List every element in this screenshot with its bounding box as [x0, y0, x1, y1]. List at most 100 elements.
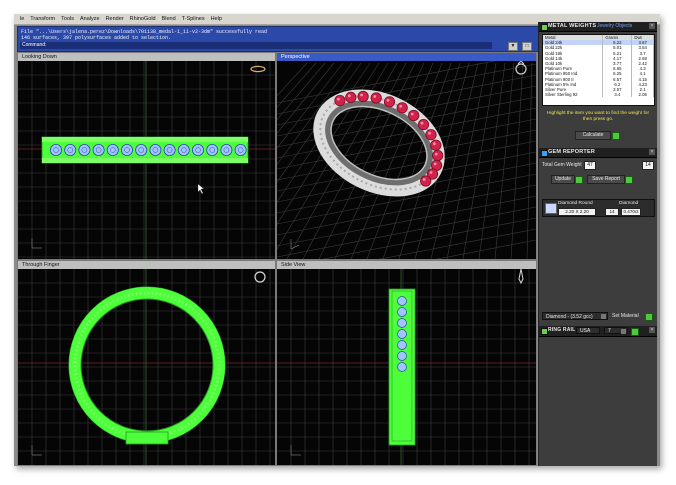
- gem-list-row[interactable]: Diamond Round Diamond 2.20 X 2.20 14 0.4…: [543, 200, 654, 216]
- table-row[interactable]: Silver Sterling 92 3.4 2.05: [543, 92, 654, 98]
- menu-item-transform[interactable]: Transform: [30, 16, 55, 22]
- set-material-label[interactable]: Set Material: [612, 313, 639, 319]
- menu-item-tools[interactable]: Tools: [61, 16, 74, 22]
- gem-stone[interactable]: [135, 144, 148, 157]
- gem-highlight: [399, 104, 403, 108]
- menu-item-help[interactable]: Help: [211, 16, 222, 22]
- update-go-icon[interactable]: [575, 176, 583, 184]
- viewport-title[interactable]: Through Finger: [18, 261, 275, 269]
- viewport-title[interactable]: Side View: [277, 261, 536, 269]
- gem-stone[interactable]: [234, 144, 247, 157]
- gem-stone[interactable]: [397, 307, 407, 317]
- ruby-gem[interactable]: [370, 92, 382, 104]
- ruby-gem[interactable]: [432, 150, 444, 162]
- gem-stone[interactable]: [220, 144, 233, 157]
- gem-highlight: [410, 112, 414, 116]
- gem-highlight: [373, 95, 377, 98]
- save-report-button[interactable]: Save Report: [587, 175, 625, 184]
- gem-stone[interactable]: [121, 144, 134, 157]
- set-material-go-icon[interactable]: [645, 313, 653, 321]
- ruby-gem[interactable]: [420, 175, 432, 187]
- metal-weights-title: METAL WEIGHTS: [548, 23, 597, 29]
- viewport-top[interactable]: Looking Down: [17, 52, 276, 260]
- gem-stone[interactable]: [92, 144, 105, 157]
- viewport-title[interactable]: Perspective: [277, 53, 536, 61]
- gem-highlight: [433, 162, 437, 166]
- total-gem-count-value: 14: [642, 161, 654, 170]
- material-select-value: Diamond - (3.52 gcc): [546, 314, 593, 320]
- gem-stone[interactable]: [397, 296, 407, 306]
- ruby-gem[interactable]: [334, 94, 346, 107]
- ruby-gem[interactable]: [396, 102, 408, 114]
- ruby-gem[interactable]: [345, 91, 357, 104]
- gem-stone[interactable]: [177, 144, 190, 157]
- command-history-dropdown-button[interactable]: ▼: [508, 42, 518, 51]
- side-profile-icon: [518, 268, 524, 285]
- ring-perspective-render[interactable]: [305, 78, 453, 208]
- gem-highlight: [337, 97, 340, 101]
- rhino-window: le Transform Tools Analyze Render RhinoG…: [14, 14, 660, 466]
- ruby-gem[interactable]: [408, 109, 420, 122]
- chevron-down-icon: [601, 314, 606, 319]
- material-select[interactable]: Diamond - (3.52 gcc): [542, 312, 608, 320]
- gem-stone[interactable]: [149, 144, 162, 157]
- ring-top-view[interactable]: [41, 136, 249, 164]
- viewport-perspective[interactable]: Perspective: [276, 52, 537, 260]
- menu-item-le[interactable]: le: [20, 16, 24, 22]
- save-report-go-icon[interactable]: [625, 176, 633, 184]
- ruby-gem[interactable]: [425, 129, 437, 141]
- cursor-icon: [197, 183, 205, 195]
- gem-stone[interactable]: [397, 351, 407, 361]
- gem-stone[interactable]: [78, 144, 91, 157]
- ruby-gem[interactable]: [357, 90, 369, 103]
- ring-front-view[interactable]: [68, 286, 226, 445]
- gem-stone[interactable]: [163, 144, 176, 157]
- menu-item-render[interactable]: Render: [106, 16, 124, 22]
- close-icon[interactable]: ×: [649, 149, 655, 155]
- menu-item-blend[interactable]: Blend: [162, 16, 176, 22]
- viewport-right[interactable]: Side View: [276, 260, 537, 466]
- command-options-button[interactable]: □: [522, 42, 532, 51]
- gem-stone[interactable]: [397, 340, 407, 350]
- ring-size-select[interactable]: 7: [604, 327, 628, 334]
- gem-stone[interactable]: [106, 144, 119, 157]
- gem-stone[interactable]: [191, 144, 204, 157]
- gem-stone[interactable]: [206, 144, 219, 157]
- ring-region-select[interactable]: USA: [576, 327, 600, 334]
- gem-reporter-header[interactable]: GEM REPORTER ×: [539, 148, 657, 158]
- menu-item-analyze[interactable]: Analyze: [80, 16, 100, 22]
- menu-item-tsplines[interactable]: T-Splines: [182, 16, 205, 22]
- ring-gauge-icon: [254, 271, 266, 283]
- menu-item-rhinogold[interactable]: RhinoGold: [130, 16, 156, 22]
- metal-weights-header[interactable]: METAL WEIGHTS Jewelry Objects ×: [539, 22, 657, 32]
- close-icon[interactable]: ×: [649, 23, 655, 29]
- ruby-gem[interactable]: [383, 96, 396, 108]
- gem-name: Diamond Round: [558, 201, 593, 206]
- metal-weights-table: Metal Grams Dwt Gold 24k 6.22 3.67 Gold 22k…: [542, 34, 655, 106]
- gem-highlight: [386, 98, 390, 102]
- dwt-cell: 2.05: [631, 92, 654, 98]
- gem-stone[interactable]: [50, 144, 63, 157]
- gem-stone[interactable]: [397, 318, 407, 328]
- close-icon[interactable]: ×: [649, 327, 655, 333]
- command-prompt-input[interactable]: Command:: [20, 42, 492, 49]
- total-gem-weight-label: Total Gem Weight: [542, 162, 582, 168]
- ring-gauge-icon: [250, 65, 266, 73]
- ring-rail-header: RING RAIL USA 7 ×: [539, 326, 657, 337]
- gem-stone[interactable]: [64, 144, 77, 157]
- axis-icon: [31, 445, 42, 456]
- calculate-button[interactable]: Calculate: [575, 131, 611, 140]
- grams-cell: 3.4: [602, 92, 633, 98]
- ruby-gem[interactable]: [430, 139, 442, 151]
- ruby-gem[interactable]: [417, 119, 430, 131]
- update-button[interactable]: Update: [551, 175, 575, 184]
- ring-side-view[interactable]: [388, 288, 416, 446]
- gem-stone[interactable]: [397, 362, 407, 372]
- viewport-front[interactable]: Through Finger: [17, 260, 276, 466]
- ring-rail-go-icon[interactable]: [631, 328, 639, 336]
- viewport-title[interactable]: Looking Down: [18, 53, 275, 61]
- ring-rail-icon: [541, 328, 548, 335]
- gem-reporter-icon: [541, 150, 548, 157]
- calculate-go-icon[interactable]: [612, 132, 620, 140]
- gem-stone[interactable]: [397, 329, 407, 339]
